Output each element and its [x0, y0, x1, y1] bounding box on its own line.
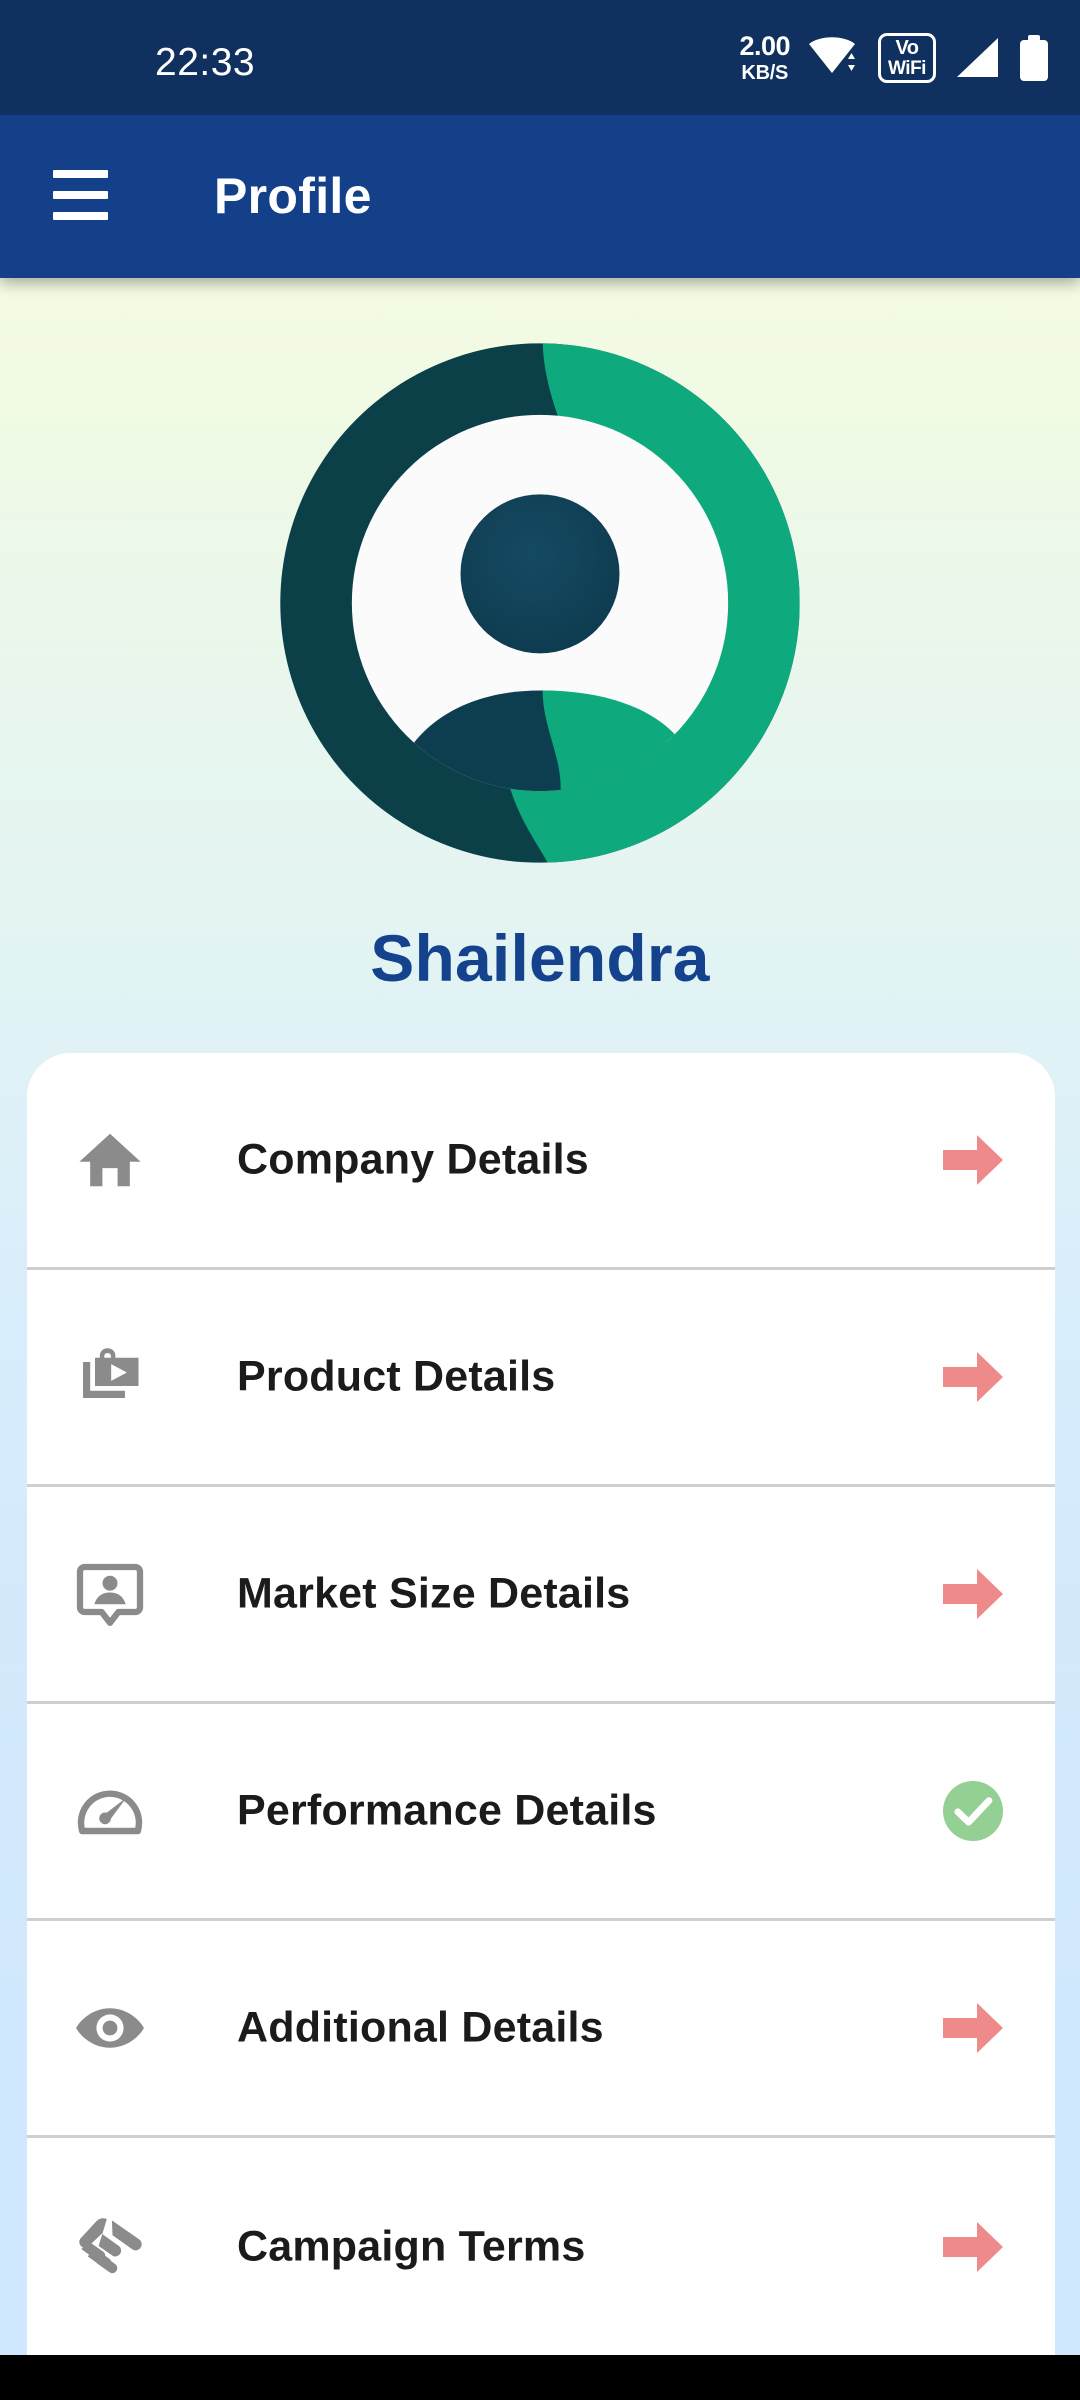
- profile-menu-card: Company Details Product Details Market S…: [27, 1053, 1055, 2355]
- menu-item-market-size-details[interactable]: Market Size Details: [27, 1487, 1055, 1704]
- menu-item-label: Market Size Details: [237, 1569, 631, 1618]
- avatar[interactable]: [275, 338, 805, 868]
- wifi-icon: [809, 36, 855, 73]
- arrow-right-icon[interactable]: [933, 2207, 1013, 2287]
- status-bar-indicators: 2.00 KB/S Vo WiFi: [739, 0, 1050, 115]
- speedometer-icon: [67, 1768, 153, 1854]
- eye-icon: [67, 1985, 153, 2071]
- contact-card-icon: [67, 1551, 153, 1637]
- menu-item-additional-details[interactable]: Additional Details: [27, 1921, 1055, 2138]
- menu-item-performance-details[interactable]: Performance Details: [27, 1704, 1055, 1921]
- hamburger-line-3: [53, 212, 108, 220]
- user-avatar-logo: [280, 343, 800, 863]
- arrow-right-icon[interactable]: [933, 1337, 1013, 1417]
- menu-item-label: Product Details: [237, 1352, 556, 1401]
- menu-item-label: Campaign Terms: [237, 2222, 586, 2270]
- vowifi-icon: Vo WiFi: [878, 32, 936, 83]
- check-circle-icon[interactable]: [933, 1771, 1013, 1851]
- vowifi-line-1: Vo: [895, 37, 919, 59]
- menu-item-product-details[interactable]: Product Details: [27, 1270, 1055, 1487]
- cellular-signal-icon: [957, 37, 998, 77]
- network-speed-indicator: 2.00 KB/S: [739, 30, 790, 84]
- arrow-right-icon[interactable]: [933, 1120, 1013, 1200]
- battery-full-icon: [1020, 34, 1048, 81]
- arrow-right-icon[interactable]: [933, 1988, 1013, 2068]
- profile-name: Shailendra: [370, 921, 710, 995]
- menu-item-company-details[interactable]: Company Details: [27, 1053, 1055, 1270]
- page-title: Profile: [214, 168, 372, 224]
- status-bar-clock: 22:33: [155, 41, 256, 84]
- menu-item-campaign-terms[interactable]: Campaign Terms: [27, 2138, 1055, 2355]
- phone-screen: 22:33 2.00 KB/S Vo WiFi Profile Shailend…: [0, 0, 1080, 2400]
- hamburger-menu-icon[interactable]: [53, 165, 111, 225]
- menu-item-label: Performance Details: [237, 1786, 657, 1835]
- home-icon: [67, 1117, 153, 1203]
- network-speed-unit: KB/S: [741, 61, 789, 84]
- handshake-icon: [67, 2204, 153, 2290]
- status-bar: 22:33 2.00 KB/S Vo WiFi: [0, 0, 1080, 115]
- app-bar: Profile: [0, 115, 1080, 278]
- hamburger-line-1: [53, 170, 108, 178]
- network-speed-value: 2.00: [739, 30, 790, 61]
- menu-item-label: Additional Details: [237, 2003, 604, 2052]
- product-bag-play-icon: [67, 1334, 153, 1420]
- hamburger-line-2: [53, 191, 108, 199]
- system-navigation-bar: [0, 2355, 1080, 2400]
- arrow-right-icon[interactable]: [933, 1554, 1013, 1634]
- menu-item-label: Company Details: [237, 1135, 589, 1184]
- vowifi-line-2: WiFi: [888, 58, 926, 79]
